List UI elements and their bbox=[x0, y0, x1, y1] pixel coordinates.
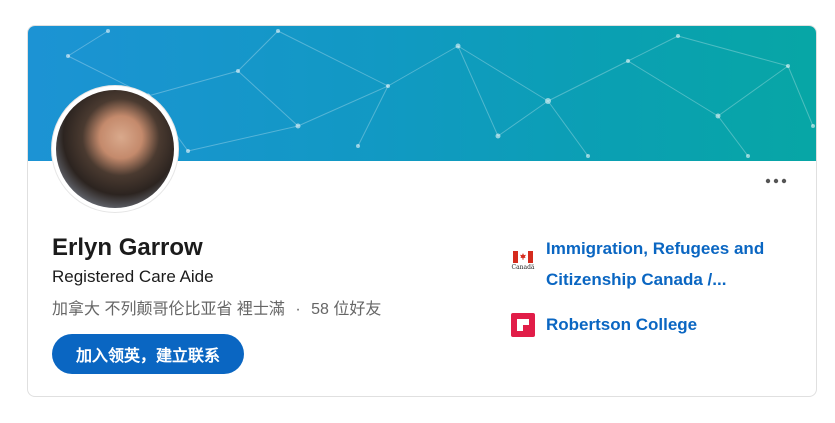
canada-flag-icon bbox=[513, 251, 533, 263]
profile-card: Erlyn Garrow Registered Care Aide 加拿大 不列… bbox=[27, 25, 817, 397]
join-linkedin-button[interactable]: 加入领英，建立联系 bbox=[52, 334, 244, 374]
profile-name: Erlyn Garrow bbox=[52, 234, 203, 261]
canada-flag-logo: Canadä bbox=[511, 249, 535, 273]
avatar-frame bbox=[52, 86, 178, 212]
more-options-button[interactable] bbox=[761, 166, 791, 196]
canada-wordmark: Canadä bbox=[511, 264, 535, 271]
experience-company-link[interactable]: Immigration, Refugees and Citizenship Ca… bbox=[546, 233, 786, 295]
profile-connections: 58 位好友 bbox=[311, 301, 382, 318]
avatar bbox=[56, 90, 174, 208]
profile-location: 加拿大 不列颠哥伦比亚省 裡士滿 bbox=[52, 301, 285, 318]
experience-item[interactable]: Canadä Immigration, Refugees and Citizen… bbox=[511, 233, 786, 295]
education-item[interactable]: Robertson College bbox=[511, 309, 786, 340]
robertson-college-logo bbox=[511, 313, 535, 337]
meta-separator: · bbox=[295, 301, 301, 318]
profile-meta: 加拿大 不列颠哥伦比亚省 裡士滿 · 58 位好友 bbox=[52, 295, 381, 319]
education-school-link[interactable]: Robertson College bbox=[546, 309, 786, 340]
profile-headline: Registered Care Aide bbox=[52, 267, 214, 286]
more-horizontal-icon bbox=[765, 178, 787, 184]
